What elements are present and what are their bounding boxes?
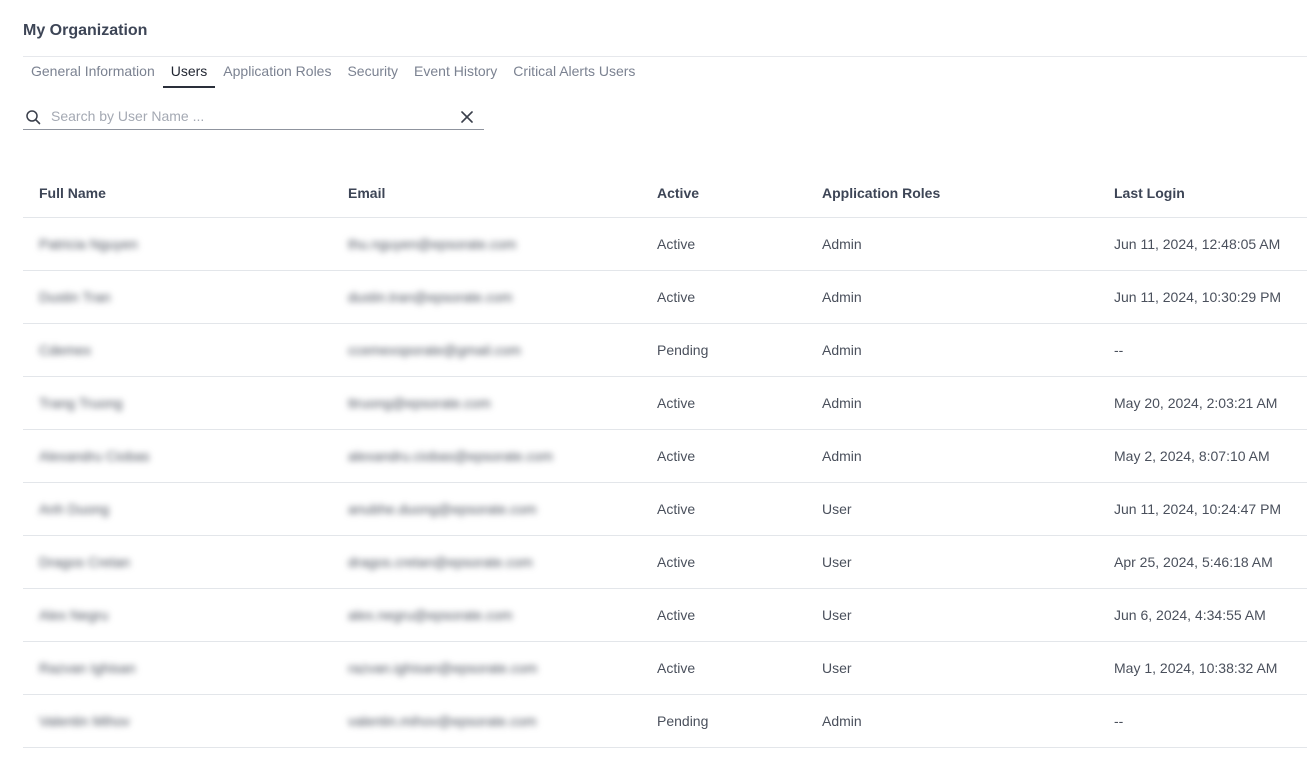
- user-last-login: Jun 11, 2024, 12:48:05 AM: [1098, 217, 1307, 271]
- table-row[interactable]: Valentin Mihov valentin.mihov@epsorate.c…: [23, 694, 1307, 748]
- table-header-row: Full Name Email Active Application Roles…: [23, 168, 1307, 218]
- user-full-name: Cdemex: [23, 323, 332, 377]
- user-full-name: Alex Negru: [23, 588, 332, 642]
- column-header-application-roles[interactable]: Application Roles: [806, 168, 1098, 218]
- user-role: Admin: [806, 217, 1098, 271]
- column-header-full-name[interactable]: Full Name: [23, 168, 332, 218]
- user-full-name: Patricia Nguyen: [23, 217, 332, 271]
- user-full-name: Razvan Ighisan: [23, 641, 332, 695]
- user-last-login: May 1, 2024, 10:38:32 AM: [1098, 641, 1307, 695]
- user-role: Admin: [806, 323, 1098, 377]
- close-icon[interactable]: [461, 111, 473, 123]
- user-email: valentin.mihov@epsorate.com: [332, 694, 641, 748]
- table-row[interactable]: Cdemex ccemexsporate@gmail.com Pending A…: [23, 323, 1307, 377]
- user-status: Active: [641, 270, 806, 324]
- user-last-login: Jun 6, 2024, 4:34:55 AM: [1098, 588, 1307, 642]
- user-last-login: --: [1098, 694, 1307, 748]
- table-row[interactable]: Patricia Nguyen thu.nguyen@epsorate.com …: [23, 217, 1307, 271]
- title-divider: [23, 56, 1307, 57]
- user-email: ttruong@epsorate.com: [332, 376, 641, 430]
- tab-users[interactable]: Users: [162, 62, 216, 88]
- table-row[interactable]: Trang Truong ttruong@epsorate.com Active…: [23, 376, 1307, 430]
- user-status: Pending: [641, 323, 806, 377]
- user-role: Admin: [806, 429, 1098, 483]
- user-status: Active: [641, 588, 806, 642]
- user-status: Active: [641, 429, 806, 483]
- user-email: anubhe.duong@epsorate.com: [332, 482, 641, 536]
- user-role: User: [806, 588, 1098, 642]
- table-row[interactable]: Dustin Tran dustin.tran@epsorate.com Act…: [23, 270, 1307, 324]
- user-role: Admin: [806, 694, 1098, 748]
- user-role: User: [806, 535, 1098, 589]
- column-header-active[interactable]: Active: [641, 168, 806, 218]
- user-status: Active: [641, 376, 806, 430]
- user-last-login: Jun 11, 2024, 10:30:29 PM: [1098, 270, 1307, 324]
- tab-bar: General Information Users Application Ro…: [23, 62, 643, 89]
- user-role: Admin: [806, 376, 1098, 430]
- users-table: Full Name Email Active Application Roles…: [23, 168, 1307, 748]
- user-email: razvan.ighisan@epsorate.com: [332, 641, 641, 695]
- user-status: Active: [641, 217, 806, 271]
- user-email: dragos.cretan@epsorate.com: [332, 535, 641, 589]
- tab-event-history[interactable]: Event History: [406, 62, 505, 88]
- user-full-name: Alexandru Ciobas: [23, 429, 332, 483]
- user-status: Active: [641, 482, 806, 536]
- user-email: thu.nguyen@epsorate.com: [332, 217, 641, 271]
- table-row[interactable]: Anh Duong anubhe.duong@epsorate.com Acti…: [23, 482, 1307, 536]
- search-bar: [23, 104, 484, 130]
- user-status: Active: [641, 535, 806, 589]
- page: My Organization General Information User…: [0, 0, 1307, 758]
- user-email: alexandru.ciobas@epsorate.com: [332, 429, 641, 483]
- search-icon: [26, 110, 41, 125]
- column-header-email[interactable]: Email: [332, 168, 641, 218]
- table-row[interactable]: Alexandru Ciobas alexandru.ciobas@epsora…: [23, 429, 1307, 483]
- user-last-login: Jun 11, 2024, 10:24:47 PM: [1098, 482, 1307, 536]
- user-role: User: [806, 482, 1098, 536]
- user-email: dustin.tran@epsorate.com: [332, 270, 641, 324]
- user-role: User: [806, 641, 1098, 695]
- user-role: Admin: [806, 270, 1098, 324]
- user-last-login: --: [1098, 323, 1307, 377]
- user-email: ccemexsporate@gmail.com: [332, 323, 641, 377]
- user-full-name: Dustin Tran: [23, 270, 332, 324]
- tab-general-information[interactable]: General Information: [23, 62, 163, 88]
- user-last-login: May 20, 2024, 2:03:21 AM: [1098, 376, 1307, 430]
- tab-critical-alerts-users[interactable]: Critical Alerts Users: [505, 62, 643, 88]
- user-status: Pending: [641, 694, 806, 748]
- user-last-login: May 2, 2024, 8:07:10 AM: [1098, 429, 1307, 483]
- column-header-last-login[interactable]: Last Login: [1098, 168, 1307, 218]
- tab-application-roles[interactable]: Application Roles: [215, 62, 339, 88]
- user-full-name: Trang Truong: [23, 376, 332, 430]
- page-title: My Organization: [23, 22, 148, 39]
- user-full-name: Dragos Cretan: [23, 535, 332, 589]
- table-row[interactable]: Dragos Cretan dragos.cretan@epsorate.com…: [23, 535, 1307, 589]
- user-full-name: Anh Duong: [23, 482, 332, 536]
- user-full-name: Valentin Mihov: [23, 694, 332, 748]
- user-last-login: Apr 25, 2024, 5:46:18 AM: [1098, 535, 1307, 589]
- search-input[interactable]: [51, 106, 451, 126]
- table-row[interactable]: Razvan Ighisan razvan.ighisan@epsorate.c…: [23, 641, 1307, 695]
- table-row[interactable]: Alex Negru alex.negru@epsorate.com Activ…: [23, 588, 1307, 642]
- user-status: Active: [641, 641, 806, 695]
- tab-security[interactable]: Security: [339, 62, 406, 88]
- user-email: alex.negru@epsorate.com: [332, 588, 641, 642]
